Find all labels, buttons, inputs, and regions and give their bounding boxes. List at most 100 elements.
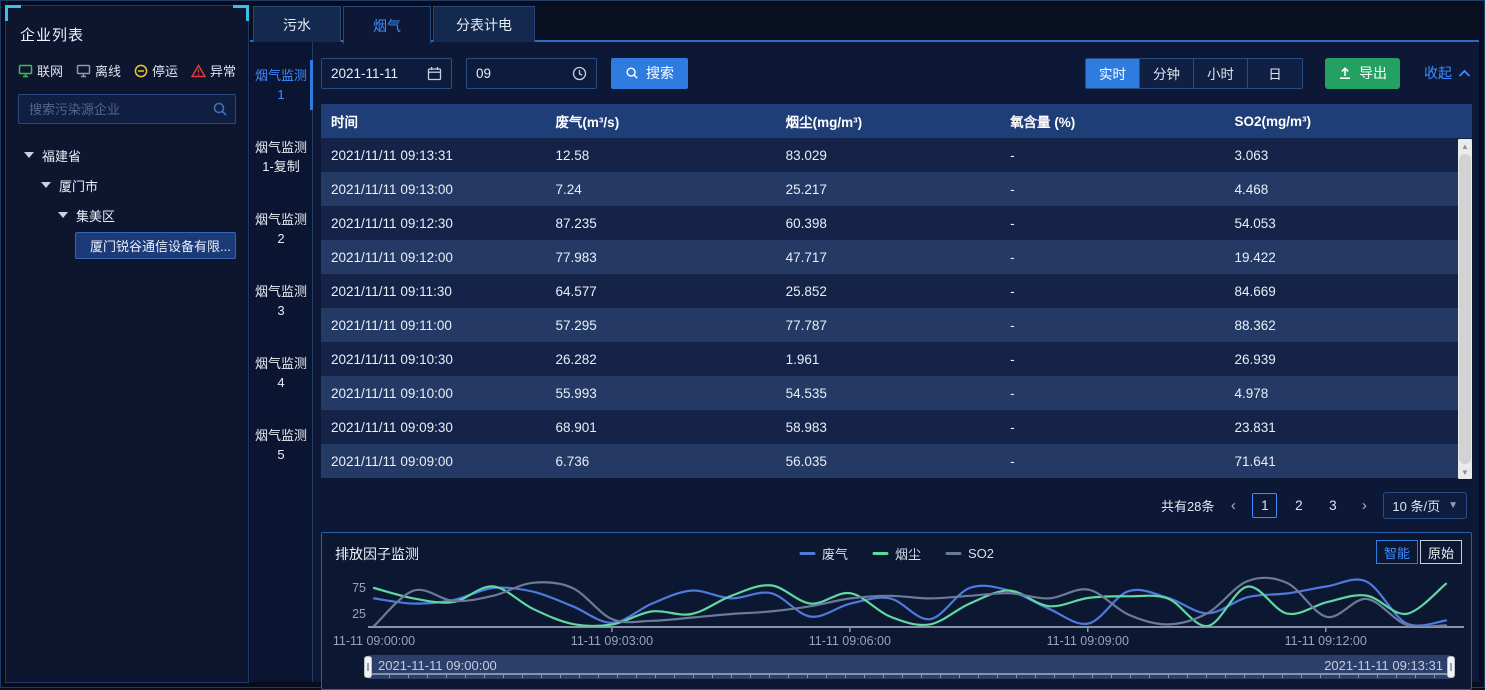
next-page-button[interactable]: › xyxy=(1354,497,1374,514)
table-cell: 58.983 xyxy=(776,410,1000,444)
table-row: 2021/11/11 09:12:0077.98347.717-19.422 xyxy=(321,240,1472,274)
status-item-联网: 联网 xyxy=(18,61,63,80)
page-size-select[interactable]: 10 条/页 ▼ xyxy=(1383,492,1467,519)
table-cell: 84.669 xyxy=(1225,274,1473,308)
chart-legend-item-烟尘[interactable]: 烟尘 xyxy=(872,544,921,563)
table-row: 2021/11/11 09:10:0055.99354.535-4.978 xyxy=(321,376,1472,410)
subtab-烟气监测3[interactable]: 烟气监测3 xyxy=(250,272,312,330)
table-cell: 12.58 xyxy=(545,138,775,172)
table-cell: 55.993 xyxy=(545,376,775,410)
table-scrollbar[interactable]: ▲ ▼ xyxy=(1458,139,1472,479)
slider-tick-axis xyxy=(370,673,1449,678)
chart-legend-item-SO2[interactable]: SO2 xyxy=(945,544,994,563)
status-legend: 联网 离线 停运 异常 xyxy=(18,61,236,80)
tree-node[interactable]: 福建省 xyxy=(18,140,236,170)
pagination: 共有28条‹123›10 条/页 ▼ xyxy=(1161,489,1467,521)
status-item-停运: 停运 xyxy=(134,61,178,80)
tree-node-label: 厦门锐谷通信设备有限... xyxy=(90,236,231,255)
table-row: 2021/11/11 09:10:3026.2821.961-26.939 xyxy=(321,342,1472,376)
top-tab-污水[interactable]: 污水 xyxy=(253,6,341,42)
tree-node-label: 厦门市 xyxy=(59,176,98,195)
tree-node[interactable]: 集美区 xyxy=(18,200,236,230)
top-tab-分表计电[interactable]: 分表计电 xyxy=(433,6,535,42)
subtab-烟气监测1[interactable]: 烟气监测1 xyxy=(250,56,312,114)
date-input[interactable] xyxy=(321,58,452,89)
table-cell: 1.961 xyxy=(776,342,1000,376)
table-body: 2021/11/11 09:13:3112.5883.029-3.063 2021… xyxy=(321,138,1472,478)
table-cell: 60.398 xyxy=(776,206,1000,240)
tree-expander-icon[interactable] xyxy=(41,182,51,188)
interval-button-group: 实时分钟小时日 xyxy=(1085,58,1303,89)
legend-label: 烟尘 xyxy=(895,544,921,563)
table-cell: - xyxy=(1000,274,1224,308)
tree-node-label: 福建省 xyxy=(42,146,81,165)
enterprise-tree: 福建省厦门市集美区 厦门锐谷通信设备有限... xyxy=(18,140,236,260)
table-cell: 2021/11/11 09:10:00 xyxy=(321,376,545,410)
table-cell: - xyxy=(1000,206,1224,240)
interval-button-分钟[interactable]: 分钟 xyxy=(1140,59,1194,88)
table-row: 2021/11/11 09:09:3068.90158.983-23.831 xyxy=(321,410,1472,444)
calendar-icon xyxy=(427,66,442,81)
tree-node[interactable]: 厦门市 xyxy=(18,170,236,200)
time-input[interactable] xyxy=(466,58,597,89)
collapse-toggle[interactable]: 收起 xyxy=(1424,63,1471,83)
header-cell: SO2(mg/m³) xyxy=(1225,104,1473,138)
table-row: 2021/11/11 09:13:3112.5883.029-3.063 xyxy=(321,138,1472,172)
scroll-up-icon[interactable]: ▲ xyxy=(1458,139,1472,153)
table-header-row: 时间废气(m³/s)烟尘(mg/m³)氧含量 (%)SO2(mg/m³) xyxy=(321,104,1472,138)
monitor-icon xyxy=(76,64,91,78)
interval-button-日[interactable]: 日 xyxy=(1248,59,1302,88)
legend-label: 废气 xyxy=(822,544,848,563)
tree-expander-icon[interactable] xyxy=(58,212,68,218)
legend-marker xyxy=(945,552,961,555)
table-cell: 23.831 xyxy=(1225,410,1473,444)
table-cell: 2021/11/11 09:10:30 xyxy=(321,342,545,376)
subtab-烟气监测2[interactable]: 烟气监测2 xyxy=(250,200,312,258)
page-size-value: 10 条/页 xyxy=(1392,496,1440,515)
top-tab-烟气[interactable]: 烟气 xyxy=(343,6,431,44)
search-icon[interactable] xyxy=(212,101,228,117)
subtab-烟气监测5[interactable]: 烟气监测5 xyxy=(250,416,312,474)
monitor-point-tabs: 烟气监测1 烟气监测1-复制烟气监测2 烟气监测3 烟气监测4 烟气监测5 xyxy=(250,42,313,682)
tree-node[interactable]: 厦门锐谷通信设备有限... xyxy=(18,230,236,260)
tree-node-selected[interactable]: 厦门锐谷通信设备有限... xyxy=(75,232,236,259)
page-button-1[interactable]: 1 xyxy=(1252,493,1277,518)
status-item-离线: 离线 xyxy=(76,61,121,80)
slider-handle-right[interactable] xyxy=(1447,656,1455,678)
pause-circle-icon xyxy=(134,64,148,78)
clock-icon xyxy=(572,66,587,81)
page-button-3[interactable]: 3 xyxy=(1320,493,1345,518)
mode-button-原始[interactable]: 原始 xyxy=(1420,540,1462,564)
subtab-烟气监测4[interactable]: 烟气监测4 xyxy=(250,344,312,402)
emission-chart-panel: 排放因子监测 废气 烟尘 SO2 智能原始 752511-11 09:00:00… xyxy=(321,532,1472,690)
search-button[interactable]: 搜索 xyxy=(611,58,688,89)
table-row: 2021/11/11 09:09:006.73656.035-71.641 xyxy=(321,444,1472,478)
table-cell: 2021/11/11 09:09:30 xyxy=(321,410,545,444)
table-cell: - xyxy=(1000,240,1224,274)
toolbar: 搜索 实时分钟小时日 导出 收起 xyxy=(321,57,1471,89)
subtab-烟气监测1-复制[interactable]: 烟气监测1-复制 xyxy=(250,128,312,186)
sidebar-title: 企业列表 xyxy=(20,24,236,45)
scrollbar-thumb[interactable] xyxy=(1459,154,1471,464)
scroll-down-icon[interactable]: ▼ xyxy=(1458,465,1472,479)
x-axis-label: 11-11 09:12:00 xyxy=(1285,634,1367,648)
enterprise-search-input[interactable] xyxy=(18,94,236,124)
slider-handle-left[interactable] xyxy=(364,656,372,678)
page-button-2[interactable]: 2 xyxy=(1286,493,1311,518)
table-cell: 19.422 xyxy=(1225,240,1473,274)
time-range-slider[interactable]: 2021-11-11 09:00:00 2021-11-11 09:13:31 xyxy=(368,655,1451,679)
header-cell: 氧含量 (%) xyxy=(1000,104,1224,138)
table-cell: - xyxy=(1000,444,1224,478)
export-button[interactable]: 导出 xyxy=(1325,58,1400,89)
interval-button-小时[interactable]: 小时 xyxy=(1194,59,1248,88)
interval-button-实时[interactable]: 实时 xyxy=(1086,59,1140,88)
mode-button-智能[interactable]: 智能 xyxy=(1376,540,1418,564)
search-icon xyxy=(625,66,639,80)
tree-expander-icon[interactable] xyxy=(24,152,34,158)
table-cell: 2021/11/11 09:11:00 xyxy=(321,308,545,342)
time-input-value[interactable] xyxy=(476,66,568,81)
date-input-value[interactable] xyxy=(331,66,423,81)
chart-legend-item-废气[interactable]: 废气 xyxy=(799,544,848,563)
prev-page-button[interactable]: ‹ xyxy=(1223,497,1243,514)
app-frame: 企业列表 联网 离线 停运 异常 福建省厦门市集美区 厦门锐谷通信设备有限...… xyxy=(0,0,1485,688)
